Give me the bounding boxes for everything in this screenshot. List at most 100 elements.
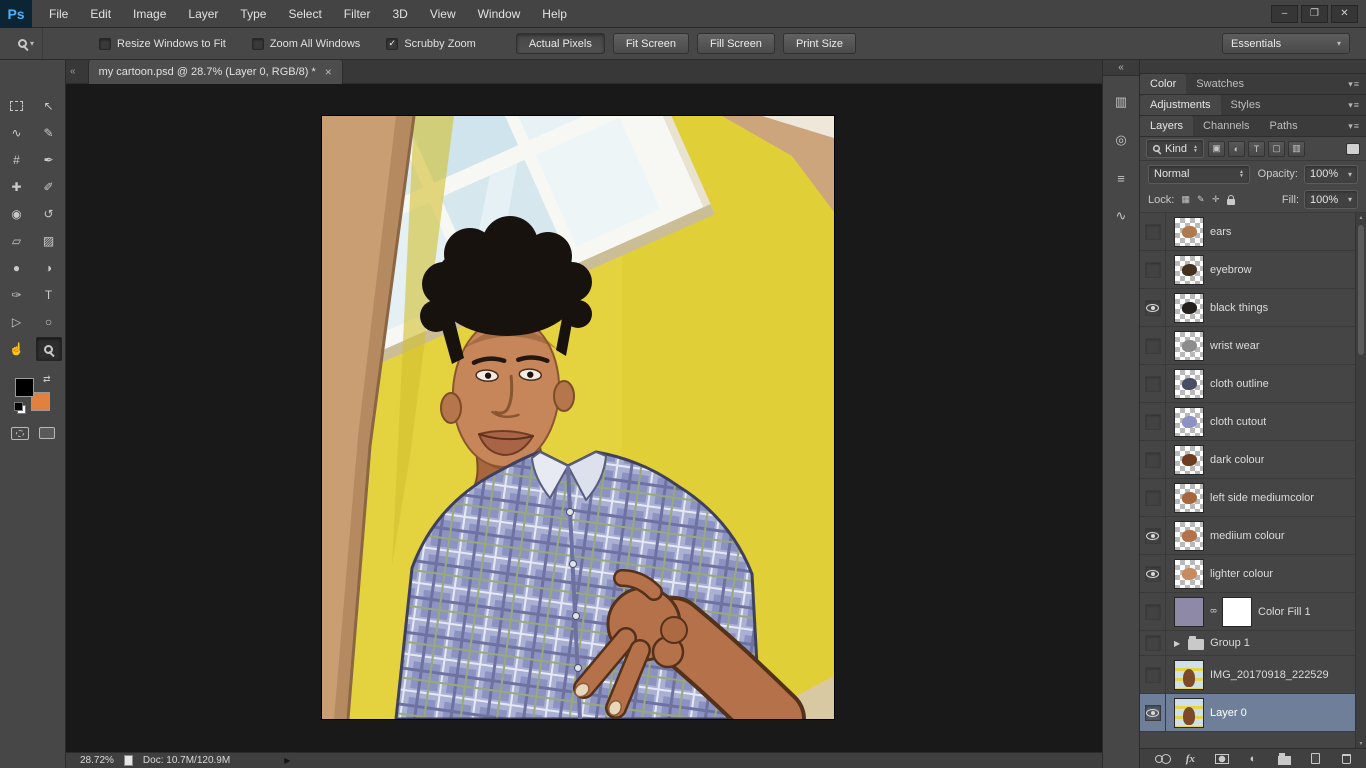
panel-menu-icon[interactable]: ▾≡: [1348, 100, 1360, 111]
opacity-select[interactable]: 100% ▾: [1304, 164, 1358, 184]
print-size-button[interactable]: Print Size: [782, 33, 857, 54]
blur-tool[interactable]: ●: [4, 256, 30, 280]
add-layer-mask-icon[interactable]: [1214, 753, 1229, 764]
quick-selection-tool[interactable]: ✎: [36, 121, 62, 145]
brush-tool[interactable]: ✐: [36, 175, 62, 199]
checkbox-resize-windows-to-fit[interactable]: Resize Windows to Fit: [99, 37, 226, 50]
panel-menu-icon[interactable]: ▾≡: [1348, 79, 1360, 90]
layer-visibility-toggle[interactable]: [1140, 517, 1166, 554]
menu-item-help[interactable]: Help: [531, 0, 578, 28]
navigator-panel-icon[interactable]: ◎: [1108, 128, 1134, 152]
pen-tool[interactable]: ✑: [4, 283, 30, 307]
layer-thumbnail[interactable]: [1174, 558, 1204, 589]
menu-item-type[interactable]: Type: [229, 0, 277, 28]
document-tab[interactable]: my cartoon.psd @ 28.7% (Layer 0, RGB/8) …: [87, 59, 343, 84]
layer-visibility-toggle[interactable]: [1140, 365, 1166, 402]
layer-thumbnail[interactable]: [1174, 520, 1204, 551]
menu-item-3d[interactable]: 3D: [381, 0, 418, 28]
layer-row-cloth-outline[interactable]: cloth outline: [1140, 365, 1366, 403]
layer-visibility-toggle[interactable]: [1140, 441, 1166, 478]
checkbox-box-icon[interactable]: ✓: [386, 37, 399, 50]
menu-item-select[interactable]: Select: [277, 0, 332, 28]
layer-visibility-toggle[interactable]: [1140, 631, 1166, 655]
ellipse-tool[interactable]: ○: [36, 310, 62, 334]
scrollbar-thumb[interactable]: [1358, 225, 1364, 355]
tab-styles[interactable]: Styles: [1221, 95, 1271, 115]
layer-style-icon[interactable]: fx: [1183, 753, 1197, 765]
filter-type-layers-icon[interactable]: T: [1247, 140, 1265, 157]
close-button[interactable]: ✕: [1331, 4, 1358, 23]
eraser-tool[interactable]: ▱: [4, 229, 30, 253]
actual-pixels-button[interactable]: Actual Pixels: [515, 33, 605, 54]
swap-colors-icon[interactable]: ⇄: [43, 374, 51, 385]
layer-thumbnail[interactable]: [1174, 697, 1204, 728]
fit-screen-button[interactable]: Fit Screen: [612, 33, 689, 54]
checkbox-zoom-all-windows[interactable]: Zoom All Windows: [251, 37, 360, 50]
delete-layer-icon[interactable]: [1340, 753, 1354, 764]
layer-row-cloth-cutout[interactable]: cloth cutout: [1140, 403, 1366, 441]
tab-layers[interactable]: Layers: [1140, 116, 1194, 136]
zoom-level[interactable]: 28.72%: [80, 755, 114, 766]
layer-thumbnail[interactable]: [1174, 482, 1204, 513]
dodge-tool[interactable]: ◑: [36, 256, 62, 280]
layer-row-mediium-colour[interactable]: mediium colour: [1140, 517, 1366, 555]
menu-item-edit[interactable]: Edit: [79, 0, 122, 28]
history-brush-tool[interactable]: ↺: [36, 202, 62, 226]
layer-row-color-fill-1[interactable]: 8 Color Fill 1: [1140, 593, 1366, 631]
menu-item-view[interactable]: View: [419, 0, 467, 28]
filter-smart-objects-icon[interactable]: ▥: [1287, 140, 1305, 157]
gradient-tool[interactable]: ▨: [36, 229, 62, 253]
layer-thumbnail[interactable]: [1174, 659, 1204, 690]
move-tool[interactable]: ↖: [36, 94, 62, 118]
link-layers-icon[interactable]: [1152, 754, 1171, 764]
layer-row-lighter-colour[interactable]: lighter colour: [1140, 555, 1366, 593]
canvas-area[interactable]: [66, 84, 1102, 752]
filter-toggle-icon[interactable]: [1346, 142, 1360, 155]
tab-color[interactable]: Color: [1140, 74, 1187, 94]
layer-visibility-toggle[interactable]: [1140, 289, 1166, 326]
path-selection-tool[interactable]: ▷: [4, 310, 30, 334]
properties-panel-icon[interactable]: ≡: [1108, 166, 1134, 190]
zoom-tool[interactable]: [35, 337, 62, 361]
rectangular-marquee-tool[interactable]: [4, 94, 30, 118]
checkbox-scrubby-zoom[interactable]: ✓ Scrubby Zoom: [386, 37, 476, 50]
layer-visibility-toggle[interactable]: [1140, 251, 1166, 288]
layer-mask-thumbnail[interactable]: [1222, 596, 1252, 627]
workspace-switcher[interactable]: Essentials ▾: [1222, 33, 1350, 54]
minimize-button[interactable]: –: [1271, 4, 1298, 23]
eyedropper-tool[interactable]: ✒: [36, 148, 62, 172]
layer-thumbnail[interactable]: [1174, 368, 1204, 399]
lock-transparency-icon[interactable]: ▦: [1179, 194, 1192, 205]
active-tool-preset[interactable]: ▾: [10, 28, 44, 59]
filter-adjustment-layers-icon[interactable]: ◐: [1227, 140, 1245, 157]
filter-shape-layers-icon[interactable]: ▢: [1267, 140, 1285, 157]
menu-item-window[interactable]: Window: [467, 0, 532, 28]
new-group-icon[interactable]: [1277, 752, 1291, 765]
filter-pixel-layers-icon[interactable]: ▣: [1207, 140, 1225, 157]
lock-position-icon[interactable]: ✛: [1209, 194, 1222, 205]
lock-all-icon[interactable]: [1224, 194, 1237, 205]
layer-row-eyebrow[interactable]: eyebrow: [1140, 251, 1366, 289]
clone-stamp-tool[interactable]: ◉: [4, 202, 30, 226]
new-adjustment-layer-icon[interactable]: ◐: [1246, 753, 1260, 765]
blend-mode-select[interactable]: Normal ▲ ▼: [1148, 164, 1250, 184]
layer-row-black-things[interactable]: black things: [1140, 289, 1366, 327]
checkbox-box-icon[interactable]: [99, 37, 112, 50]
layer-visibility-toggle[interactable]: [1140, 479, 1166, 516]
crop-tool[interactable]: #: [4, 148, 30, 172]
fill-screen-button[interactable]: Fill Screen: [696, 33, 775, 54]
layer-row-img-20170918-222529[interactable]: IMG_20170918_222529: [1140, 656, 1366, 694]
spot-healing-brush-tool[interactable]: ✚: [4, 175, 30, 199]
layer-visibility-toggle[interactable]: [1140, 656, 1166, 693]
layer-row-group-1[interactable]: ▶ Group 1: [1140, 631, 1366, 656]
layer-visibility-toggle[interactable]: [1140, 593, 1166, 630]
screen-mode-icon[interactable]: [38, 427, 55, 439]
foreground-color-swatch[interactable]: [14, 378, 34, 397]
lock-pixels-icon[interactable]: ✎: [1194, 194, 1207, 205]
layer-row-dark-colour[interactable]: dark colour: [1140, 441, 1366, 479]
layer-visibility-toggle[interactable]: [1140, 555, 1166, 592]
menu-item-layer[interactable]: Layer: [177, 0, 229, 28]
menu-item-image[interactable]: Image: [122, 0, 177, 28]
layer-thumbnail[interactable]: [1174, 406, 1204, 437]
fill-select[interactable]: 100% ▾: [1304, 190, 1358, 209]
